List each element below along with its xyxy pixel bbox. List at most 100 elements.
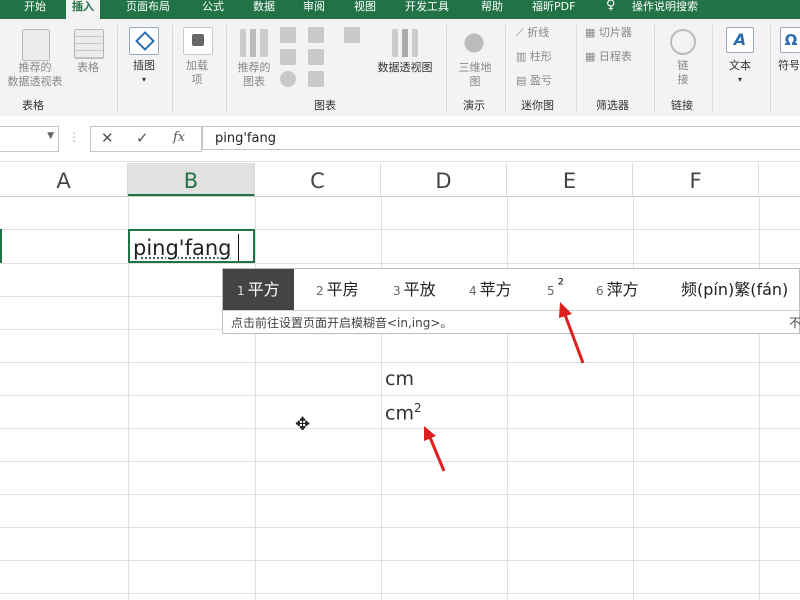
column-header-a[interactable]: A	[0, 163, 128, 196]
group-separator	[117, 25, 118, 113]
column-header-d[interactable]: D	[381, 163, 507, 196]
statistic-chart-icon[interactable]	[308, 49, 324, 65]
text-button[interactable]: 文本	[720, 59, 760, 73]
group-charts-label: 图表	[314, 99, 336, 112]
pivot-chart-button[interactable]: 数据透视图	[372, 61, 438, 75]
ime-hint-text[interactable]: 点击前往设置页面开启模糊音<in,ing>。	[231, 314, 452, 331]
recommended-pivot-button[interactable]: 推荐的 数据透视表	[0, 61, 70, 89]
waterfall-chart-icon[interactable]	[344, 27, 360, 43]
column-header-c[interactable]: C	[255, 163, 381, 196]
grid-line	[0, 229, 800, 230]
tab-insert[interactable]: 插入	[66, 0, 100, 19]
link-button[interactable]: 链 接	[672, 59, 694, 87]
column-header-g[interactable]	[759, 163, 800, 196]
tab-help[interactable]: 帮助	[481, 0, 503, 19]
ime-candidate-3[interactable]: 3 平放	[393, 269, 436, 310]
cell-d-cm-squared[interactable]: cm2	[385, 401, 422, 424]
map3d-button[interactable]: 三维地 图	[454, 61, 496, 89]
pie-chart-icon[interactable]	[280, 71, 296, 87]
grid-line	[0, 362, 800, 363]
scatter-chart-icon[interactable]	[308, 71, 324, 87]
group-separator	[576, 25, 577, 113]
link-icon	[670, 29, 696, 55]
pivot-table-icon	[22, 29, 50, 61]
cancel-icon[interactable]: ✕	[101, 129, 114, 147]
tab-data[interactable]: 数据	[253, 0, 275, 19]
column-header-f[interactable]: F	[633, 163, 759, 196]
tab-formulas[interactable]: 公式	[202, 0, 224, 19]
recommended-charts-button[interactable]: 推荐的 图表	[232, 61, 276, 89]
chevron-down-icon[interactable]: ▼	[47, 131, 54, 141]
cell-d-cm[interactable]: cm	[385, 368, 414, 390]
illustrations-button[interactable]: 插图	[124, 59, 164, 73]
tell-me-search[interactable]: 操作说明搜索	[632, 0, 698, 19]
tab-view[interactable]: 视图	[354, 0, 376, 19]
grid-line	[255, 196, 256, 600]
lightbulb-icon: ♀	[606, 0, 616, 13]
drag-handle-icon[interactable]: ⋮	[68, 130, 80, 144]
chevron-down-icon: ▾	[737, 75, 742, 84]
symbol-button[interactable]: 符号	[778, 59, 800, 73]
row-indicator	[0, 229, 2, 263]
ime-candidate-6[interactable]: 6 萍方	[596, 269, 639, 310]
column-chart-icon[interactable]	[280, 27, 296, 43]
grid-line	[0, 395, 800, 396]
grid-line	[0, 560, 800, 561]
slicer-button[interactable]: ▦ 切片器	[585, 26, 645, 40]
table-button[interactable]: 表格	[70, 61, 106, 75]
group-separator	[446, 25, 447, 113]
annotation-arrow-icon	[559, 302, 585, 364]
omega-icon: Ω	[780, 27, 800, 53]
grid-line	[0, 494, 800, 495]
group-separator	[654, 25, 655, 113]
formula-bar: ▼ ⋮ ✕ ✓ fx ping'fang	[0, 116, 800, 162]
tab-page-layout[interactable]: 页面布局	[126, 0, 170, 19]
ime-candidate-row: 1 平方 2 平房 3 平放 4 苹方 5² 6 萍方 频(pín)繁(fán)	[223, 269, 800, 311]
tab-review[interactable]: 审阅	[303, 0, 325, 19]
text-caret	[238, 234, 239, 261]
line-chart-icon[interactable]	[280, 49, 296, 65]
ime-candidate-extra[interactable]: 频(pín)繁(fán)	[681, 269, 788, 310]
recommended-charts-icon	[240, 29, 268, 57]
ime-hint-more: 不	[788, 316, 800, 330]
ribbon-insert: 推荐的 数据透视表 表格 表格 插图 ▾ 加载 项 推荐的 图表 数据透视图 图…	[0, 19, 800, 117]
enter-icon[interactable]: ✓	[136, 129, 149, 147]
name-box[interactable]: ▼	[0, 126, 59, 152]
timeline-icon: ▦	[585, 50, 599, 63]
sparkline-line-button[interactable]: ⟋ 折线	[516, 26, 564, 40]
slicer-icon: ▦	[585, 26, 599, 39]
ime-candidate-4[interactable]: 4 苹方	[469, 269, 512, 310]
sparkline-column-button[interactable]: ▥ 柱形	[516, 50, 564, 64]
grid-line	[0, 527, 800, 528]
addins-icon	[183, 27, 213, 55]
addins-button[interactable]: 加载 项	[180, 59, 214, 87]
active-cell-text: ping'fang	[133, 236, 232, 260]
sparkline-winloss-button[interactable]: ▤ 盈亏	[516, 74, 564, 88]
tab-foxit-pdf[interactable]: 福昕PDF	[532, 0, 575, 19]
group-separator	[770, 25, 771, 113]
sparkline-winloss-icon: ▤	[516, 74, 530, 87]
grid-line	[759, 196, 760, 600]
chevron-down-icon: ▾	[141, 75, 146, 84]
group-tables-label: 表格	[22, 99, 44, 112]
tab-developer[interactable]: 开发工具	[405, 0, 449, 19]
tab-home[interactable]: 开始	[24, 0, 46, 19]
formula-input[interactable]: ping'fang	[202, 126, 800, 150]
sparkline-line-icon: ⟋	[516, 26, 528, 39]
group-filters-label: 筛选器	[596, 99, 629, 112]
pivot-chart-icon	[392, 29, 418, 57]
column-header-b[interactable]: B	[128, 163, 255, 196]
column-headers: A B C D E F	[0, 163, 800, 197]
insert-function-icon[interactable]: fx	[173, 130, 185, 145]
ime-candidate-1[interactable]: 1 平方	[223, 269, 294, 310]
formula-buttons: ✕ ✓ fx	[90, 126, 202, 152]
timeline-button[interactable]: ▦ 日程表	[585, 50, 645, 64]
ime-candidate-2[interactable]: 2 平房	[316, 269, 359, 310]
table-icon	[74, 29, 104, 59]
grid-line	[507, 196, 508, 600]
column-header-e[interactable]: E	[507, 163, 633, 196]
grid-line	[381, 196, 382, 600]
hierarchy-chart-icon[interactable]	[308, 27, 324, 43]
grid-line	[0, 428, 800, 429]
illustrations-icon	[129, 27, 159, 55]
